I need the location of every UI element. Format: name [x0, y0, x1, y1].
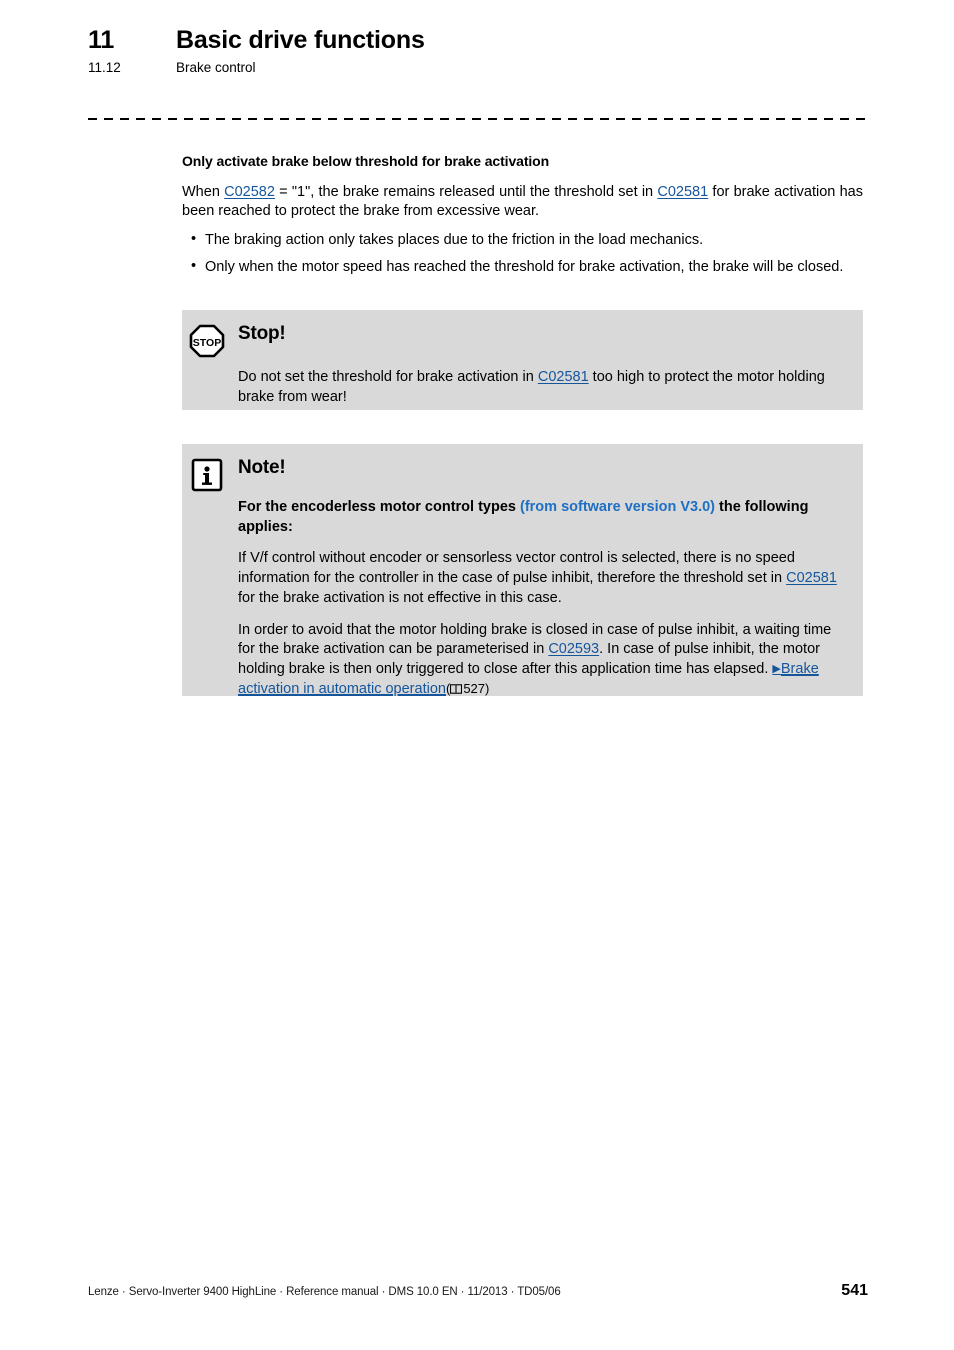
callout-stop: STOP Stop! Do not set the threshold for … [182, 310, 863, 410]
section-number: 11.12 [88, 59, 121, 75]
header-divider [88, 118, 868, 120]
note-p1-text-1: If V/f control without encoder or sensor… [238, 550, 795, 587]
note-paragraph-2: In order to avoid that the motor holding… [238, 621, 850, 700]
header-chapter-row: 11 Basic drive functions [88, 26, 878, 55]
document-page: 11 Basic drive functions 11.12 Brake con… [0, 0, 954, 1350]
intro-paragraph: When C02582 = "1", the brake remains rel… [182, 183, 863, 222]
header-section-row: 11.12 Brake control [88, 60, 878, 76]
note-p1-text-2: for the brake activation is not effectiv… [238, 589, 562, 606]
footer-page-number: 541 [841, 1282, 868, 1299]
note-lead-version: (from software version V3.0) [520, 499, 715, 515]
callout-note-body: For the encoderless motor control types … [238, 498, 850, 699]
callout-stop-body: Do not set the threshold for brake activ… [238, 368, 850, 407]
stop-sign-icon: STOP [189, 324, 225, 358]
note-lead-1: For the encoderless motor control types [238, 499, 520, 515]
book-icon [450, 681, 463, 694]
note-paragraph-1: If V/f control without encoder or sensor… [238, 549, 850, 608]
parameter-link-c02582[interactable]: C02582 [224, 184, 275, 200]
main-content: Only activate brake below threshold for … [182, 152, 863, 284]
page-reference: (527) [446, 681, 489, 696]
subheading: Only activate brake below threshold for … [182, 153, 550, 169]
list-item: The braking action only takes places due… [182, 230, 863, 250]
chapter-number: 11 [88, 26, 115, 54]
parameter-link-c02581[interactable]: C02581 [786, 570, 837, 586]
callout-stop-title: Stop! [238, 323, 286, 344]
callout-note: Note! For the encoderless motor control … [182, 444, 863, 699]
callout-stop-text: Do not set the threshold for brake activ… [238, 368, 850, 407]
page-ref-close: ) [485, 680, 490, 696]
list-item: Only when the motor speed has reached th… [182, 257, 863, 277]
callout-note-title: Note! [238, 457, 286, 478]
page-header: 11 Basic drive functions 11.12 Brake con… [88, 26, 878, 76]
paragraph-text-2: = "1", the brake remains released until … [274, 183, 658, 200]
section-title: Brake control [176, 59, 256, 75]
page-ref-number: 527 [463, 680, 486, 696]
page-footer: Lenze · Servo-Inverter 9400 HighLine · R… [88, 1282, 868, 1300]
parameter-link-c02593[interactable]: C02593 [548, 641, 599, 657]
bullet-list: The braking action only takes places due… [182, 230, 863, 277]
svg-text:STOP: STOP [193, 337, 221, 349]
paragraph-text-1: When [182, 183, 225, 200]
footer-imprint: Lenze · Servo-Inverter 9400 HighLine · R… [88, 1286, 561, 1298]
stop-text-1: Do not set the threshold for brake activ… [238, 369, 538, 385]
note-lead-paragraph: For the encoderless motor control types … [238, 498, 850, 537]
parameter-link-c02581[interactable]: C02581 [538, 369, 589, 385]
chapter-title: Basic drive functions [176, 26, 425, 54]
parameter-link-c02581[interactable]: C02581 [657, 184, 708, 200]
triangle-bullet-icon: ▶ [772, 663, 781, 676]
info-icon [189, 458, 225, 492]
